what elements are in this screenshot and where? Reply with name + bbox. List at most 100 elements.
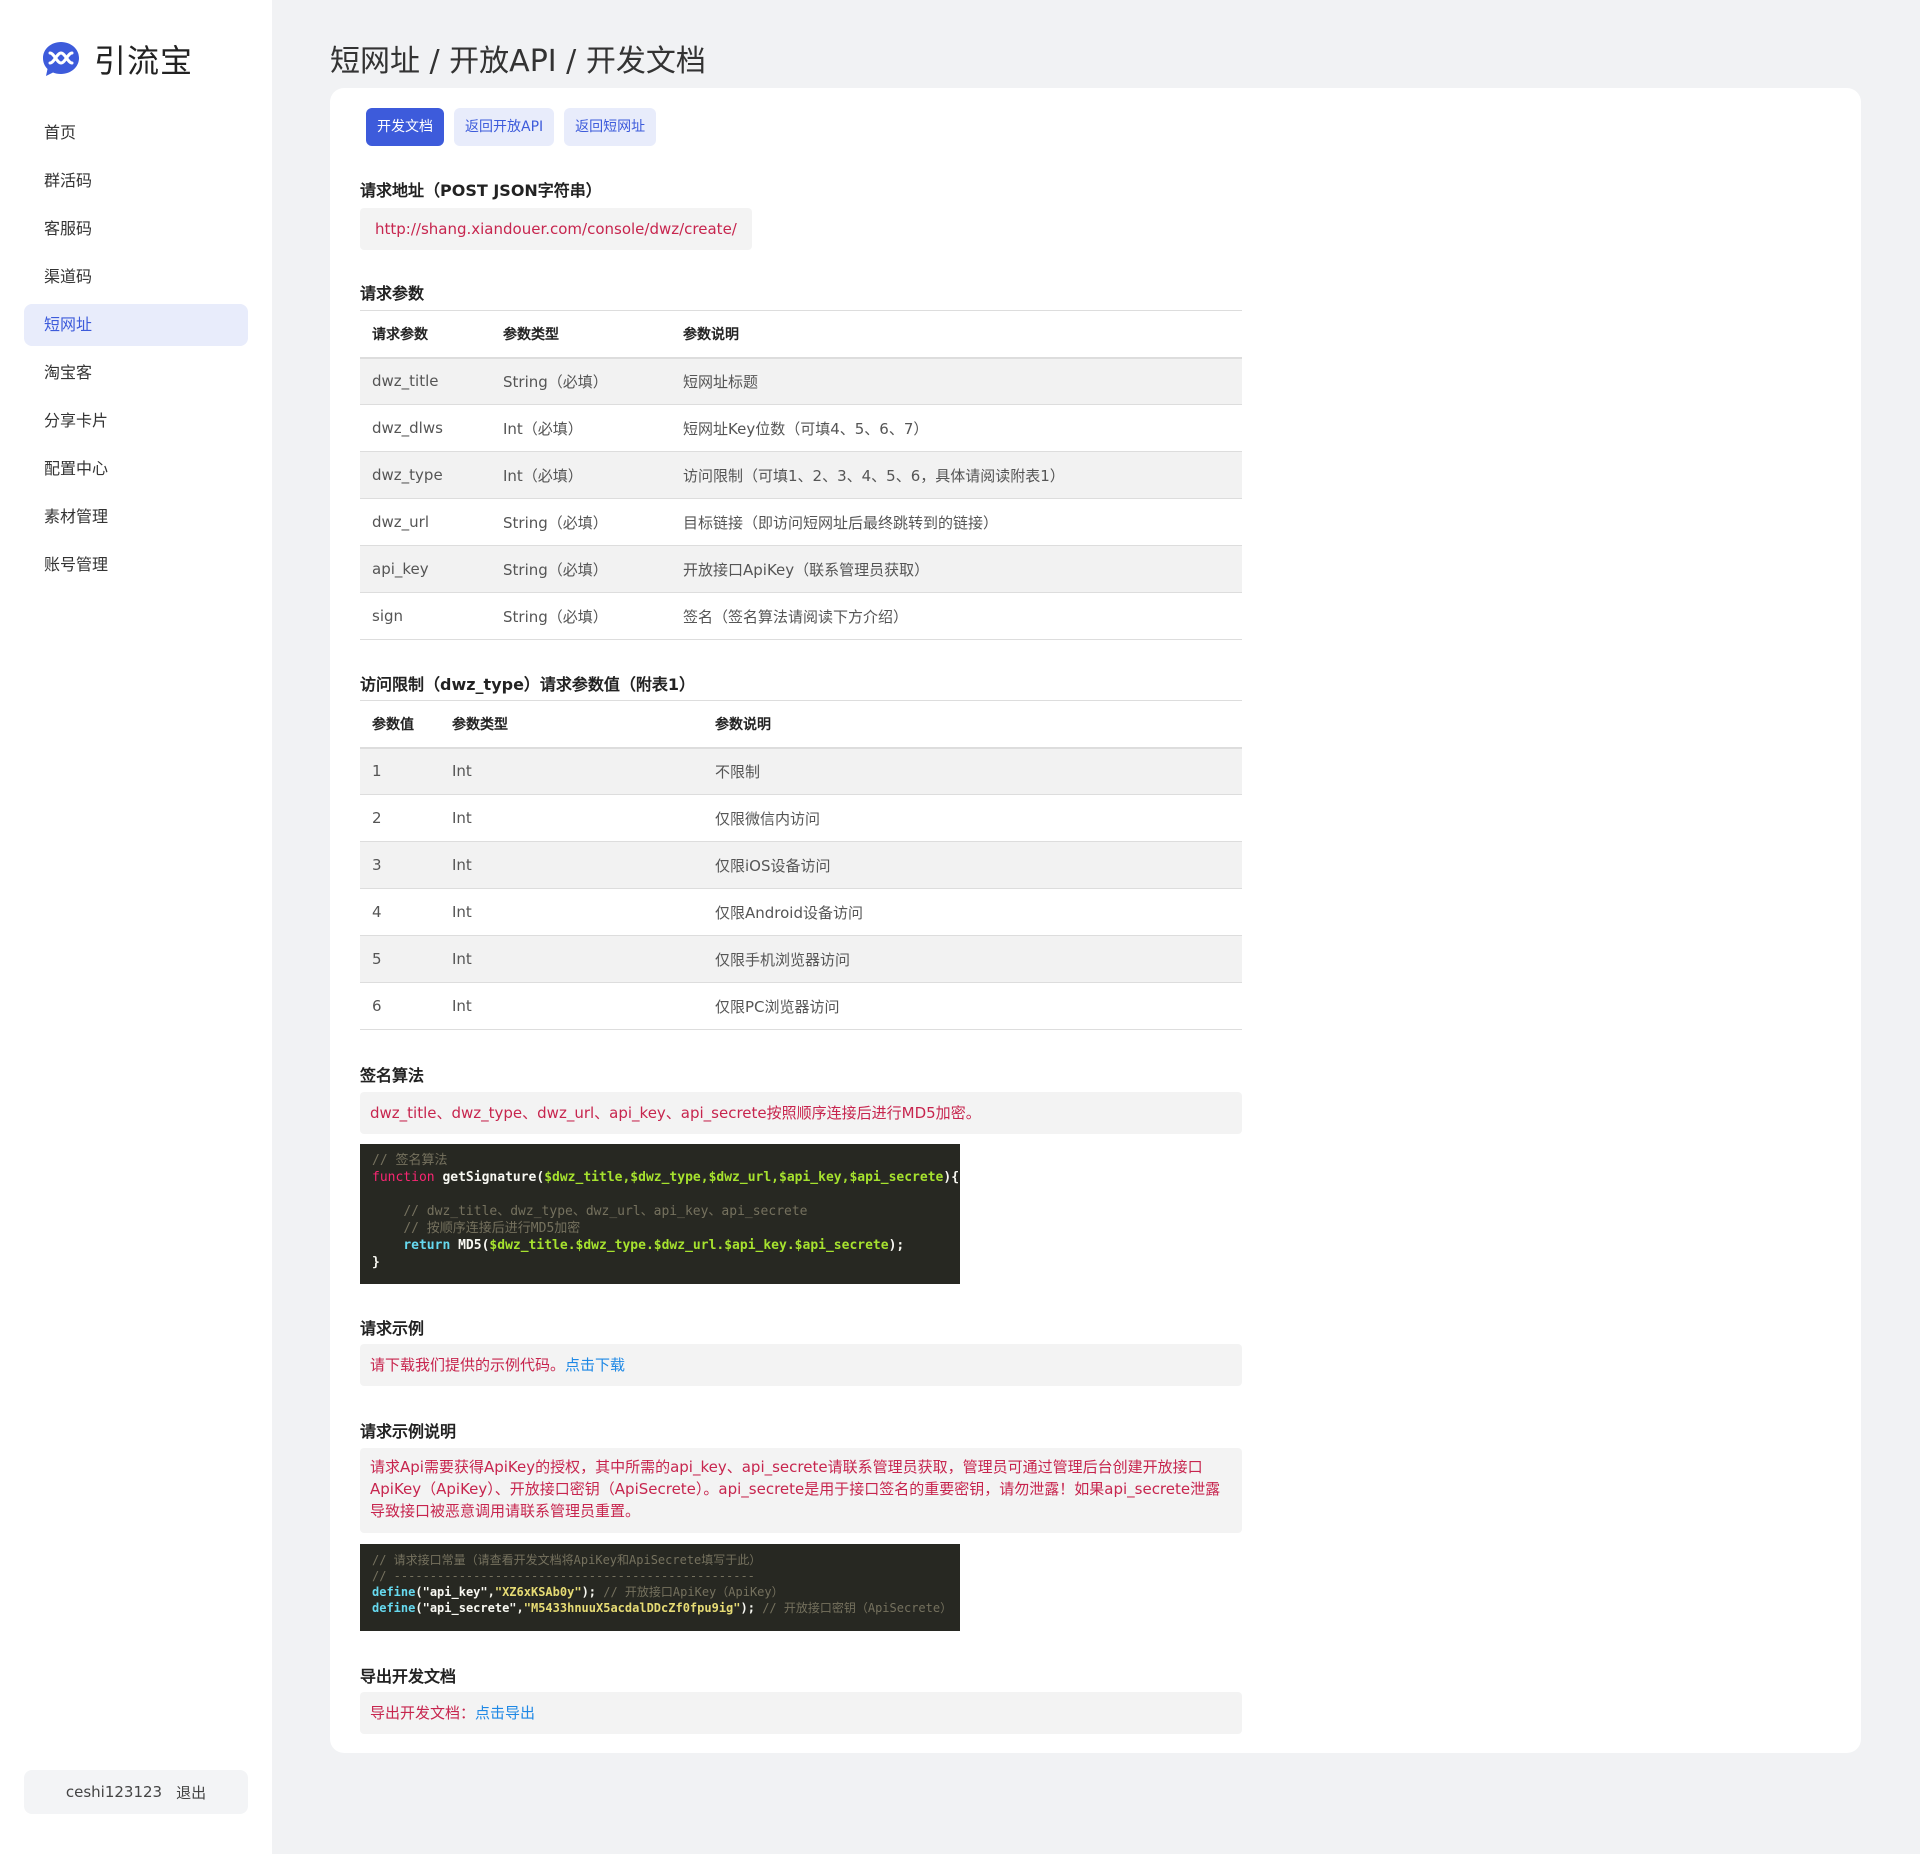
table-row: dwz_title String（必填） 短网址标题 — [360, 357, 1242, 405]
code-comment: // dwz_title、dwz_type、dwz_url、api_key、ap… — [403, 1204, 808, 1219]
value-cell: 5 — [360, 935, 440, 983]
col-header: 参数类型 — [440, 700, 703, 749]
code-comment: // 开放接口ApiKey（ApiKey） — [603, 1585, 784, 1599]
sidebar-item-taobaoke[interactable]: 淘宝客 — [24, 352, 248, 394]
code-comment: // 开放接口密钥（ApiSecrete） — [762, 1601, 953, 1615]
table-row: dwz_url String（必填） 目标链接（即访问短网址后最终跳转到的链接） — [360, 498, 1242, 546]
logo[interactable]: 引流宝 — [40, 38, 193, 80]
type-cell: Int — [440, 747, 703, 795]
section-title-example: 请求示例 — [360, 1319, 425, 1338]
table-row: dwz_dlws Int（必填） 短网址Key位数（可填4、5、6、7） — [360, 404, 1242, 452]
export-note-text: 导出开发文档： — [370, 1704, 476, 1722]
code-comment: // 签名算法 — [372, 1153, 448, 1168]
table-row: sign String（必填） 签名（签名算法请阅读下方介绍） — [360, 592, 1242, 640]
export-note: 导出开发文档：点击导出 — [360, 1692, 1242, 1734]
param-type: Int（必填） — [491, 451, 671, 499]
code-keyword: define — [372, 1585, 416, 1599]
param-name: api_key — [360, 545, 491, 593]
param-name: sign — [360, 592, 491, 640]
sidebar-item-accounts[interactable]: 账号管理 — [24, 544, 248, 586]
example-desc-note: 请求Api需要获得ApiKey的授权，其中所需的api_key、api_secr… — [360, 1448, 1242, 1533]
value-cell: 4 — [360, 888, 440, 936]
sidebar-item-share-card[interactable]: 分享卡片 — [24, 400, 248, 442]
code-keyword: return — [403, 1238, 451, 1253]
table-row: 6 Int 仅限PC浏览器访问 — [360, 982, 1242, 1030]
code-string: "XZ6xKSAb0y" — [494, 1585, 582, 1599]
code-concat: $dwz_title.$dwz_type.$dwz_url.$api_key.$… — [489, 1238, 889, 1253]
sidebar-item-channel-code[interactable]: 渠道码 — [24, 256, 248, 298]
tab-dev-docs[interactable]: 开发文档 — [366, 108, 444, 146]
doc-card: 开发文档 返回开放API 返回短网址 请求地址（POST JSON字符串） ht… — [330, 88, 1861, 1753]
code-comment: // 按顺序连接后进行MD5加密 — [403, 1221, 581, 1236]
desc-cell: 仅限PC浏览器访问 — [703, 982, 1242, 1030]
sidebar-item-materials[interactable]: 素材管理 — [24, 496, 248, 538]
param-desc: 短网址标题 — [671, 357, 1242, 405]
table-header: 请求参数 参数类型 参数说明 — [360, 310, 1242, 359]
col-header: 参数说明 — [703, 700, 1242, 749]
sidebar-item-home[interactable]: 首页 — [24, 112, 248, 154]
appendix-table: 参数值 参数类型 参数说明 1 Int 不限制 2 Int 仅限微信内访问 3 — [360, 700, 1242, 1030]
code-keyword: define — [372, 1601, 416, 1615]
logout-link[interactable]: 退出 — [176, 1782, 206, 1803]
code-string: "api_key" — [422, 1585, 488, 1599]
section-title-request-url: 请求地址（POST JSON字符串） — [360, 181, 602, 200]
desc-cell: 仅限Android设备访问 — [703, 888, 1242, 936]
col-header: 参数类型 — [491, 310, 671, 359]
code-function-name: getSignature — [442, 1170, 537, 1185]
table-row: api_key String（必填） 开放接口ApiKey（联系管理员获取） — [360, 545, 1242, 593]
desc-cell: 仅限手机浏览器访问 — [703, 935, 1242, 983]
code-comment: // -------------------------------------… — [372, 1569, 755, 1583]
param-type: String（必填） — [491, 498, 671, 546]
section-title-params: 请求参数 — [360, 284, 425, 303]
param-desc: 签名（签名算法请阅读下方介绍） — [671, 592, 1242, 640]
type-cell: Int — [440, 888, 703, 936]
download-link[interactable]: 点击下载 — [565, 1356, 625, 1374]
sidebar-item-group-code[interactable]: 群活码 — [24, 160, 248, 202]
value-cell: 2 — [360, 794, 440, 842]
logo-icon — [43, 42, 79, 76]
constants-code-block: // 请求接口常量（请查看开发文档将ApiKey和ApiSecrete填写于此）… — [360, 1544, 960, 1631]
sign-code-block: // 签名算法 function getSignature($dwz_title… — [360, 1144, 960, 1284]
tab-back-short-url[interactable]: 返回短网址 — [564, 108, 657, 146]
col-header: 请求参数 — [360, 310, 491, 359]
code-keyword: function — [372, 1170, 435, 1185]
section-title-example-desc: 请求示例说明 — [360, 1422, 457, 1441]
params-table: 请求参数 参数类型 参数说明 dwz_title String（必填） 短网址标… — [360, 310, 1242, 640]
value-cell: 1 — [360, 747, 440, 795]
table-row: 4 Int 仅限Android设备访问 — [360, 888, 1242, 936]
sidebar-item-config[interactable]: 配置中心 — [24, 448, 248, 490]
example-note: 请下载我们提供的示例代码。点击下载 — [360, 1344, 1242, 1386]
col-header: 参数说明 — [671, 310, 1242, 359]
param-desc: 短网址Key位数（可填4、5、6、7） — [671, 404, 1242, 452]
table-row: 2 Int 仅限微信内访问 — [360, 794, 1242, 842]
tab-bar: 开发文档 返回开放API 返回短网址 — [366, 108, 666, 146]
sidebar-item-short-url[interactable]: 短网址 — [24, 304, 248, 346]
param-name: dwz_url — [360, 498, 491, 546]
param-desc: 目标链接（即访问短网址后最终跳转到的链接） — [671, 498, 1242, 546]
sidebar-nav: 首页 群活码 客服码 渠道码 短网址 淘宝客 分享卡片 配置中心 素材管理 账号… — [24, 112, 248, 592]
table-row: dwz_type Int（必填） 访问限制（可填1、2、3、4、5、6，具体请阅… — [360, 451, 1242, 499]
sidebar-item-service-code[interactable]: 客服码 — [24, 208, 248, 250]
page-title: 短网址 / 开放API / 开发文档 — [330, 44, 706, 79]
param-name: dwz_title — [360, 357, 491, 405]
param-type: String（必填） — [491, 592, 671, 640]
table-row: 3 Int 仅限iOS设备访问 — [360, 841, 1242, 889]
logo-text: 引流宝 — [94, 42, 194, 80]
value-cell: 3 — [360, 841, 440, 889]
table-row: 5 Int 仅限手机浏览器访问 — [360, 935, 1242, 983]
section-title-appendix: 访问限制（dwz_type）请求参数值（附表1） — [360, 675, 696, 694]
param-desc: 访问限制（可填1、2、3、4、5、6，具体请阅读附表1） — [671, 451, 1242, 499]
tab-back-open-api[interactable]: 返回开放API — [454, 108, 555, 146]
type-cell: Int — [440, 794, 703, 842]
param-name: dwz_type — [360, 451, 491, 499]
param-type: String（必填） — [491, 357, 671, 405]
type-cell: Int — [440, 982, 703, 1030]
desc-cell: 仅限iOS设备访问 — [703, 841, 1242, 889]
code-params: $dwz_title,$dwz_type,$dwz_url,$api_key,$… — [544, 1170, 944, 1185]
code-string: "M5433hnuuX5acdalDDcZf0fpu9ig" — [523, 1601, 741, 1615]
section-title-export: 导出开发文档 — [360, 1667, 457, 1686]
username: ceshi123123 — [65, 1783, 163, 1801]
export-link[interactable]: 点击导出 — [475, 1704, 535, 1722]
sidebar: 引流宝 首页 群活码 客服码 渠道码 短网址 淘宝客 分享卡片 配置中心 素材管… — [0, 0, 272, 1854]
type-cell: Int — [440, 841, 703, 889]
